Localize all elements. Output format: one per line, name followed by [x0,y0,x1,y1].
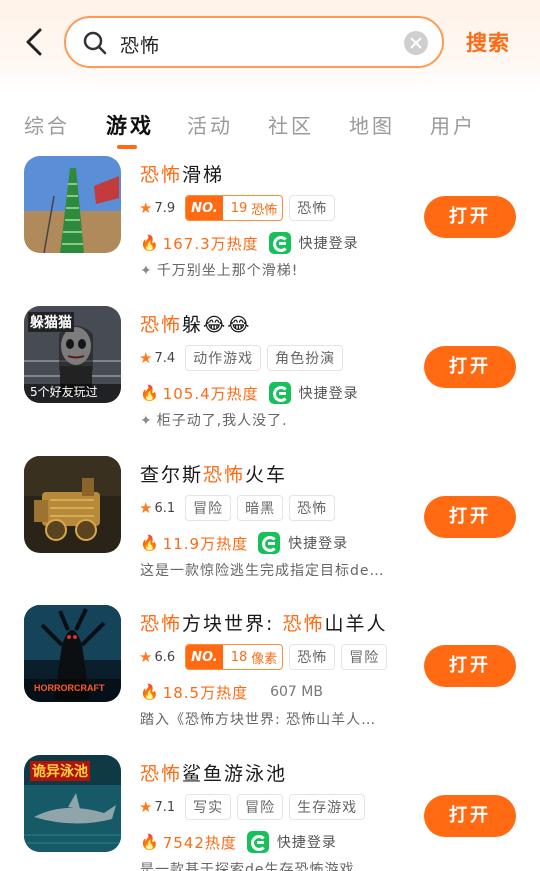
search-box[interactable]: 恐怖 [64,16,444,68]
game-title[interactable]: 恐怖方块世界: 恐怖山羊人 [140,609,388,636]
tab-users[interactable]: 用户 [430,110,476,139]
search-icon [83,31,107,55]
google-login-icon [268,232,291,254]
search-input[interactable]: 恐怖 [120,31,160,58]
tag: 恐怖 [289,644,336,670]
quick-login-label: 快捷登录 [276,835,337,851]
game-title[interactable]: 恐怖滑梯 [140,160,224,187]
quick-login-label: 快捷登录 [298,386,359,402]
friends-played-label: 5个好友玩过 [30,385,98,399]
star-icon: ★ [139,349,153,367]
fire-icon: 🔥 [140,534,159,552]
shark-pool-game-icon[interactable]: 诡异泳池 [24,755,121,852]
heat-value: 11.9万热度 [162,534,249,553]
google-login-icon [258,532,281,554]
heat-row: 🔥 105.4万热度 快捷登录 [140,380,359,406]
heat-value: 105.4万热度 [162,384,259,403]
game-description: 踏入《恐怖方块世界: 恐怖山羊人… [140,712,377,728]
open-button[interactable]: 打开 [424,795,516,837]
hide-seek-game-icon[interactable]: 躲猫猫 5个好友玩过 [24,306,121,403]
tag: 冒险 [185,495,232,521]
rating: ★ 7.4 [139,349,176,367]
heat-row: 🔥 11.9万热度 快捷登录 [140,530,348,556]
open-button[interactable]: 打开 [424,496,516,538]
tab-all[interactable]: 综合 [24,110,70,139]
tag: 冒险 [237,794,284,820]
game-description: 是一款基于探索de生存恐怖游戏, … [140,862,381,871]
back-arrow-icon[interactable] [22,26,48,58]
google-login-icon [268,382,291,404]
open-button[interactable]: 打开 [424,196,516,238]
icon-caption: 诡异泳池 [30,761,90,781]
tag: 冒险 [341,644,388,670]
tag: 恐怖 [289,195,336,221]
heat-row: 🔥 18.5万热度 607 MB [140,679,323,705]
game-title[interactable]: 恐怖鲨鱼游泳池 [140,759,287,786]
heat-value: 167.3万热度 [162,234,259,253]
heat-row: 🔥 167.3万热度 快捷登录 [140,230,359,256]
meta-row: ★ 6.6 NO. 18 像素 恐怖 冒险 [139,643,388,671]
open-button[interactable]: 打开 [424,645,516,687]
star-icon: ★ [139,798,153,816]
tag: 动作游戏 [185,345,262,371]
heat-value: 18.5万热度 [162,683,249,702]
game-description: ✦ 柜子动了,我人没了. [140,413,288,429]
category-tabs: 综合 游戏 活动 社区 地图 用户 [0,104,540,149]
icon-caption: HORRORCRAFT [34,683,105,693]
game-title[interactable]: 恐怖躲😂😂 [140,310,251,337]
rating: ★ 7.1 [139,798,176,816]
meta-row: ★ 6.1 冒险 暗黑 恐怖 [139,494,336,522]
open-button[interactable]: 打开 [424,346,516,388]
star-icon: ★ [139,648,153,666]
list-item[interactable]: 诡异泳池 恐怖鲨鱼游泳池 ★ 7.1 写实 冒险 生存游戏 🔥 7542热度 快捷… [0,755,540,871]
star-icon: ★ [139,199,153,217]
list-item[interactable]: HORRORCRAFT 恐怖方块世界: 恐怖山羊人 ★ 6.6 NO. 18 像素 恐… [0,605,540,755]
list-item[interactable]: 躲猫猫 5个好友玩过 恐怖躲😂😂 ★ 7.4 动作游戏 角色扮演 🔥 105.4万… [0,306,540,456]
rank-badge: NO. 18 像素 [185,644,284,670]
horrorcraft-game-icon[interactable]: HORRORCRAFT [24,605,121,702]
tab-events[interactable]: 活动 [187,110,233,139]
search-button[interactable]: 搜索 [466,27,510,57]
meta-row: ★ 7.4 动作游戏 角色扮演 [139,344,344,372]
list-item[interactable]: 恐怖滑梯 ★ 7.9 NO. 19 恐怖 恐怖 🔥 167.3万热度 快捷登录 ✦ 千万… [0,156,540,306]
game-title[interactable]: 查尔斯恐怖火车 [140,460,287,487]
game-description: 这是一款惊险逃生完成指定目标de… [140,563,385,579]
sparkle-icon: ✦ [140,263,153,279]
active-tab-indicator [117,145,137,149]
file-size: 607 MB [270,684,323,700]
tag: 暗黑 [237,495,284,521]
star-icon: ★ [139,499,153,517]
rank-badge: NO. 19 恐怖 [185,195,284,221]
tag: 写实 [185,794,232,820]
top-bar: 恐怖 搜索 [0,0,540,92]
train-game-icon[interactable] [24,456,121,553]
clear-icon[interactable] [404,31,428,55]
rating: ★ 7.9 [139,199,176,217]
fire-icon: 🔥 [140,384,159,402]
heat-row: 🔥 7542热度 快捷登录 [140,829,337,855]
rating: ★ 6.1 [139,499,176,517]
tab-maps[interactable]: 地图 [349,110,395,139]
fire-icon: 🔥 [140,234,159,252]
tag: 角色扮演 [267,345,344,371]
quick-login-label: 快捷登录 [288,536,349,552]
tag: 生存游戏 [289,794,366,820]
fire-icon: 🔥 [140,833,159,851]
list-item[interactable]: 查尔斯恐怖火车 ★ 6.1 冒险 暗黑 恐怖 🔥 11.9万热度 快捷登录 这是一… [0,456,540,606]
google-login-icon [246,831,269,853]
tab-community[interactable]: 社区 [268,110,314,139]
quick-login-label: 快捷登录 [298,236,359,252]
tag: 恐怖 [289,495,336,521]
meta-row: ★ 7.1 写实 冒险 生存游戏 [139,793,366,821]
tab-games[interactable]: 游戏 [106,110,154,140]
heat-value: 7542热度 [162,833,237,852]
fire-icon: 🔥 [140,683,159,701]
sparkle-icon: ✦ [140,413,153,429]
rating: ★ 6.6 [139,648,176,666]
game-description: ✦ 千万别坐上那个滑梯! [140,263,299,279]
meta-row: ★ 7.9 NO. 19 恐怖 恐怖 [139,194,336,222]
slide-game-icon[interactable] [24,156,121,253]
icon-caption: 躲猫猫 [28,312,74,332]
